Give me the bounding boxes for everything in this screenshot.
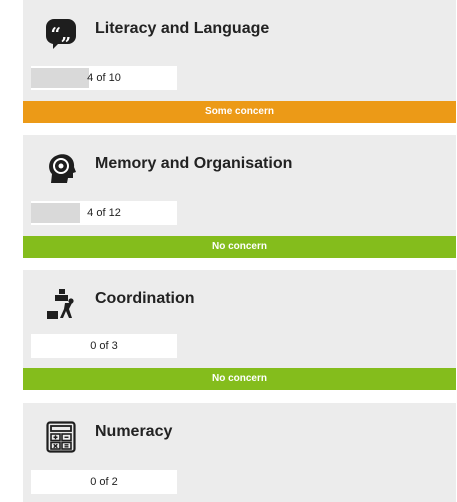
juggling-person-icon <box>45 288 77 320</box>
card-title: Numeracy <box>95 423 173 440</box>
progress-text: 0 of 2 <box>90 476 118 488</box>
progress-text: 0 of 3 <box>90 340 118 352</box>
card-header: “„ Literacy and Language <box>23 0 456 56</box>
status-bar: Some concern <box>23 101 456 123</box>
category-card-memory: Memory and Organisation 4 of 12 No conce… <box>23 135 456 258</box>
progress-indicator: 4 of 10 <box>31 66 177 90</box>
assessment-results: “„ Literacy and Language 4 of 10 Some co… <box>0 0 457 502</box>
svg-text:“„: “„ <box>51 24 72 45</box>
progress-indicator: 4 of 12 <box>31 201 177 225</box>
category-card-literacy: “„ Literacy and Language 4 of 10 Some co… <box>23 0 456 123</box>
card-header: Memory and Organisation <box>23 135 456 191</box>
status-bar: No concern <box>23 236 456 258</box>
progress-text: 4 of 12 <box>87 207 121 219</box>
card-title: Memory and Organisation <box>95 155 293 172</box>
category-card-coordination: Coordination 0 of 3 No concern <box>23 270 456 390</box>
card-header: Coordination <box>23 270 456 326</box>
category-card-numeracy: Numeracy 0 of 2 <box>23 403 456 502</box>
progress-indicator: 0 of 3 <box>31 334 177 358</box>
card-title: Literacy and Language <box>95 20 270 37</box>
status-bar: No concern <box>23 368 456 390</box>
progress-indicator: 0 of 2 <box>31 470 177 494</box>
speech-quote-icon: “„ <box>45 18 77 50</box>
calculator-icon <box>45 421 77 453</box>
progress-text: 4 of 10 <box>87 72 121 84</box>
card-title: Coordination <box>95 290 195 307</box>
card-header: Numeracy <box>23 403 456 459</box>
brain-head-icon <box>45 153 77 185</box>
